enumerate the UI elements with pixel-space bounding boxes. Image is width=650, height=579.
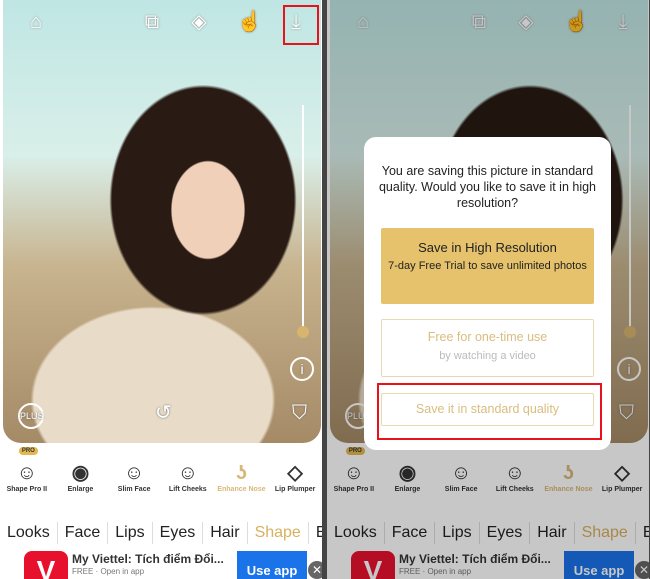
tab-edit[interactable]: Edit bbox=[309, 522, 322, 544]
highlight-standard-quality bbox=[377, 383, 602, 440]
tool-lip-plumper[interactable]: ◇ Lip Plumper bbox=[269, 455, 321, 510]
ad-use-app-button[interactable]: Use app bbox=[237, 551, 307, 579]
slider-handle[interactable] bbox=[297, 326, 309, 338]
tool-label: Enhance Nose bbox=[217, 486, 266, 493]
info-icon[interactable]: i bbox=[290, 357, 314, 381]
tab-hair[interactable]: Hair bbox=[203, 522, 248, 544]
tool-lift-cheeks[interactable]: ☺ Lift Cheeks bbox=[162, 455, 214, 510]
tab-lips[interactable]: Lips bbox=[108, 522, 153, 544]
pro-badge: PRO bbox=[18, 447, 38, 455]
dialog-message: You are saving this picture in standard … bbox=[378, 164, 597, 210]
ad-banner[interactable]: V My Viettel: Tích điểm Đổi... FREE · Op… bbox=[0, 549, 322, 579]
slim-face-icon: ☺ bbox=[123, 462, 145, 484]
editor-panel-save-dialog: ⌂ ⧉ ◈ ☝ ⤓ PLUS ↺ i ⛉ PRO☺Shape Pro II◉En… bbox=[327, 0, 649, 579]
ad-title: My Viettel: Tích điểm Đổi... bbox=[72, 552, 224, 566]
nose-icon: ʖ bbox=[235, 462, 248, 484]
tool-bar: PRO ☺ Shape Pro II ◉ Enlarge ☺ Slim Face ☺ Lift … bbox=[0, 447, 322, 510]
tab-eyes[interactable]: Eyes bbox=[153, 522, 204, 544]
photo-switch-icon[interactable]: ⧉ bbox=[140, 10, 164, 34]
touch-icon[interactable]: ☝ bbox=[237, 10, 262, 34]
highlight-download bbox=[283, 5, 319, 45]
tool-label: Enlarge bbox=[67, 486, 94, 493]
tool-label: Lift Cheeks bbox=[168, 486, 207, 493]
home-icon[interactable]: ⌂ bbox=[24, 10, 48, 34]
category-tabs: LooksFaceLipsEyesHairShapeEdit bbox=[0, 522, 322, 544]
bookmark-icon[interactable]: ⛉ bbox=[292, 402, 307, 425]
ad-close-icon[interactable]: ✕ bbox=[308, 561, 322, 579]
tab-shape[interactable]: Shape bbox=[248, 522, 309, 544]
button-subtitle: by watching a video bbox=[439, 350, 536, 362]
tool-enhance-nose[interactable]: ʖ Enhance Nose bbox=[215, 455, 267, 510]
tool-label: Lip Plumper bbox=[274, 486, 316, 493]
tab-face[interactable]: Face bbox=[58, 522, 109, 544]
tool-label: Shape Pro II bbox=[6, 486, 48, 493]
plus-button[interactable]: PLUS bbox=[18, 403, 44, 429]
tool-label: Slim Face bbox=[117, 486, 151, 493]
button-subtitle: 7-day Free Trial to save unlimited photo… bbox=[388, 260, 587, 272]
lips-icon: ◇ bbox=[287, 462, 303, 484]
ad-subtitle: FREE · Open in app bbox=[72, 567, 145, 576]
lift-cheeks-icon: ☺ bbox=[177, 462, 198, 484]
tab-looks[interactable]: Looks bbox=[0, 522, 58, 544]
button-title: Save in High Resolution bbox=[418, 240, 557, 255]
eye-enlarge-icon: ◉ bbox=[71, 462, 90, 484]
free-one-time-button[interactable]: Free for one-time use by watching a video bbox=[381, 319, 594, 377]
intensity-slider[interactable] bbox=[302, 105, 304, 330]
compare-icon[interactable]: ◈ bbox=[187, 10, 211, 34]
tool-slim-face[interactable]: ☺ Slim Face bbox=[108, 455, 160, 510]
tool-enlarge[interactable]: ◉ Enlarge bbox=[54, 455, 106, 510]
undo-icon[interactable]: ↺ bbox=[155, 400, 172, 425]
face-pro-icon: ☺ bbox=[16, 462, 38, 484]
button-title: Free for one-time use bbox=[427, 330, 548, 344]
save-high-resolution-button[interactable]: Save in High Resolution 7-day Free Trial … bbox=[381, 228, 594, 304]
photo-canvas[interactable] bbox=[3, 0, 321, 443]
ad-logo: V bbox=[24, 551, 68, 579]
editor-panel-before: ⌂ ⧉ ◈ ☝ ⤓ PLUS ↺ i ⛉ PRO ☺ Shape Pro II ◉ En… bbox=[0, 0, 322, 579]
tool-shape-pro-ii[interactable]: PRO ☺ Shape Pro II bbox=[1, 447, 53, 510]
